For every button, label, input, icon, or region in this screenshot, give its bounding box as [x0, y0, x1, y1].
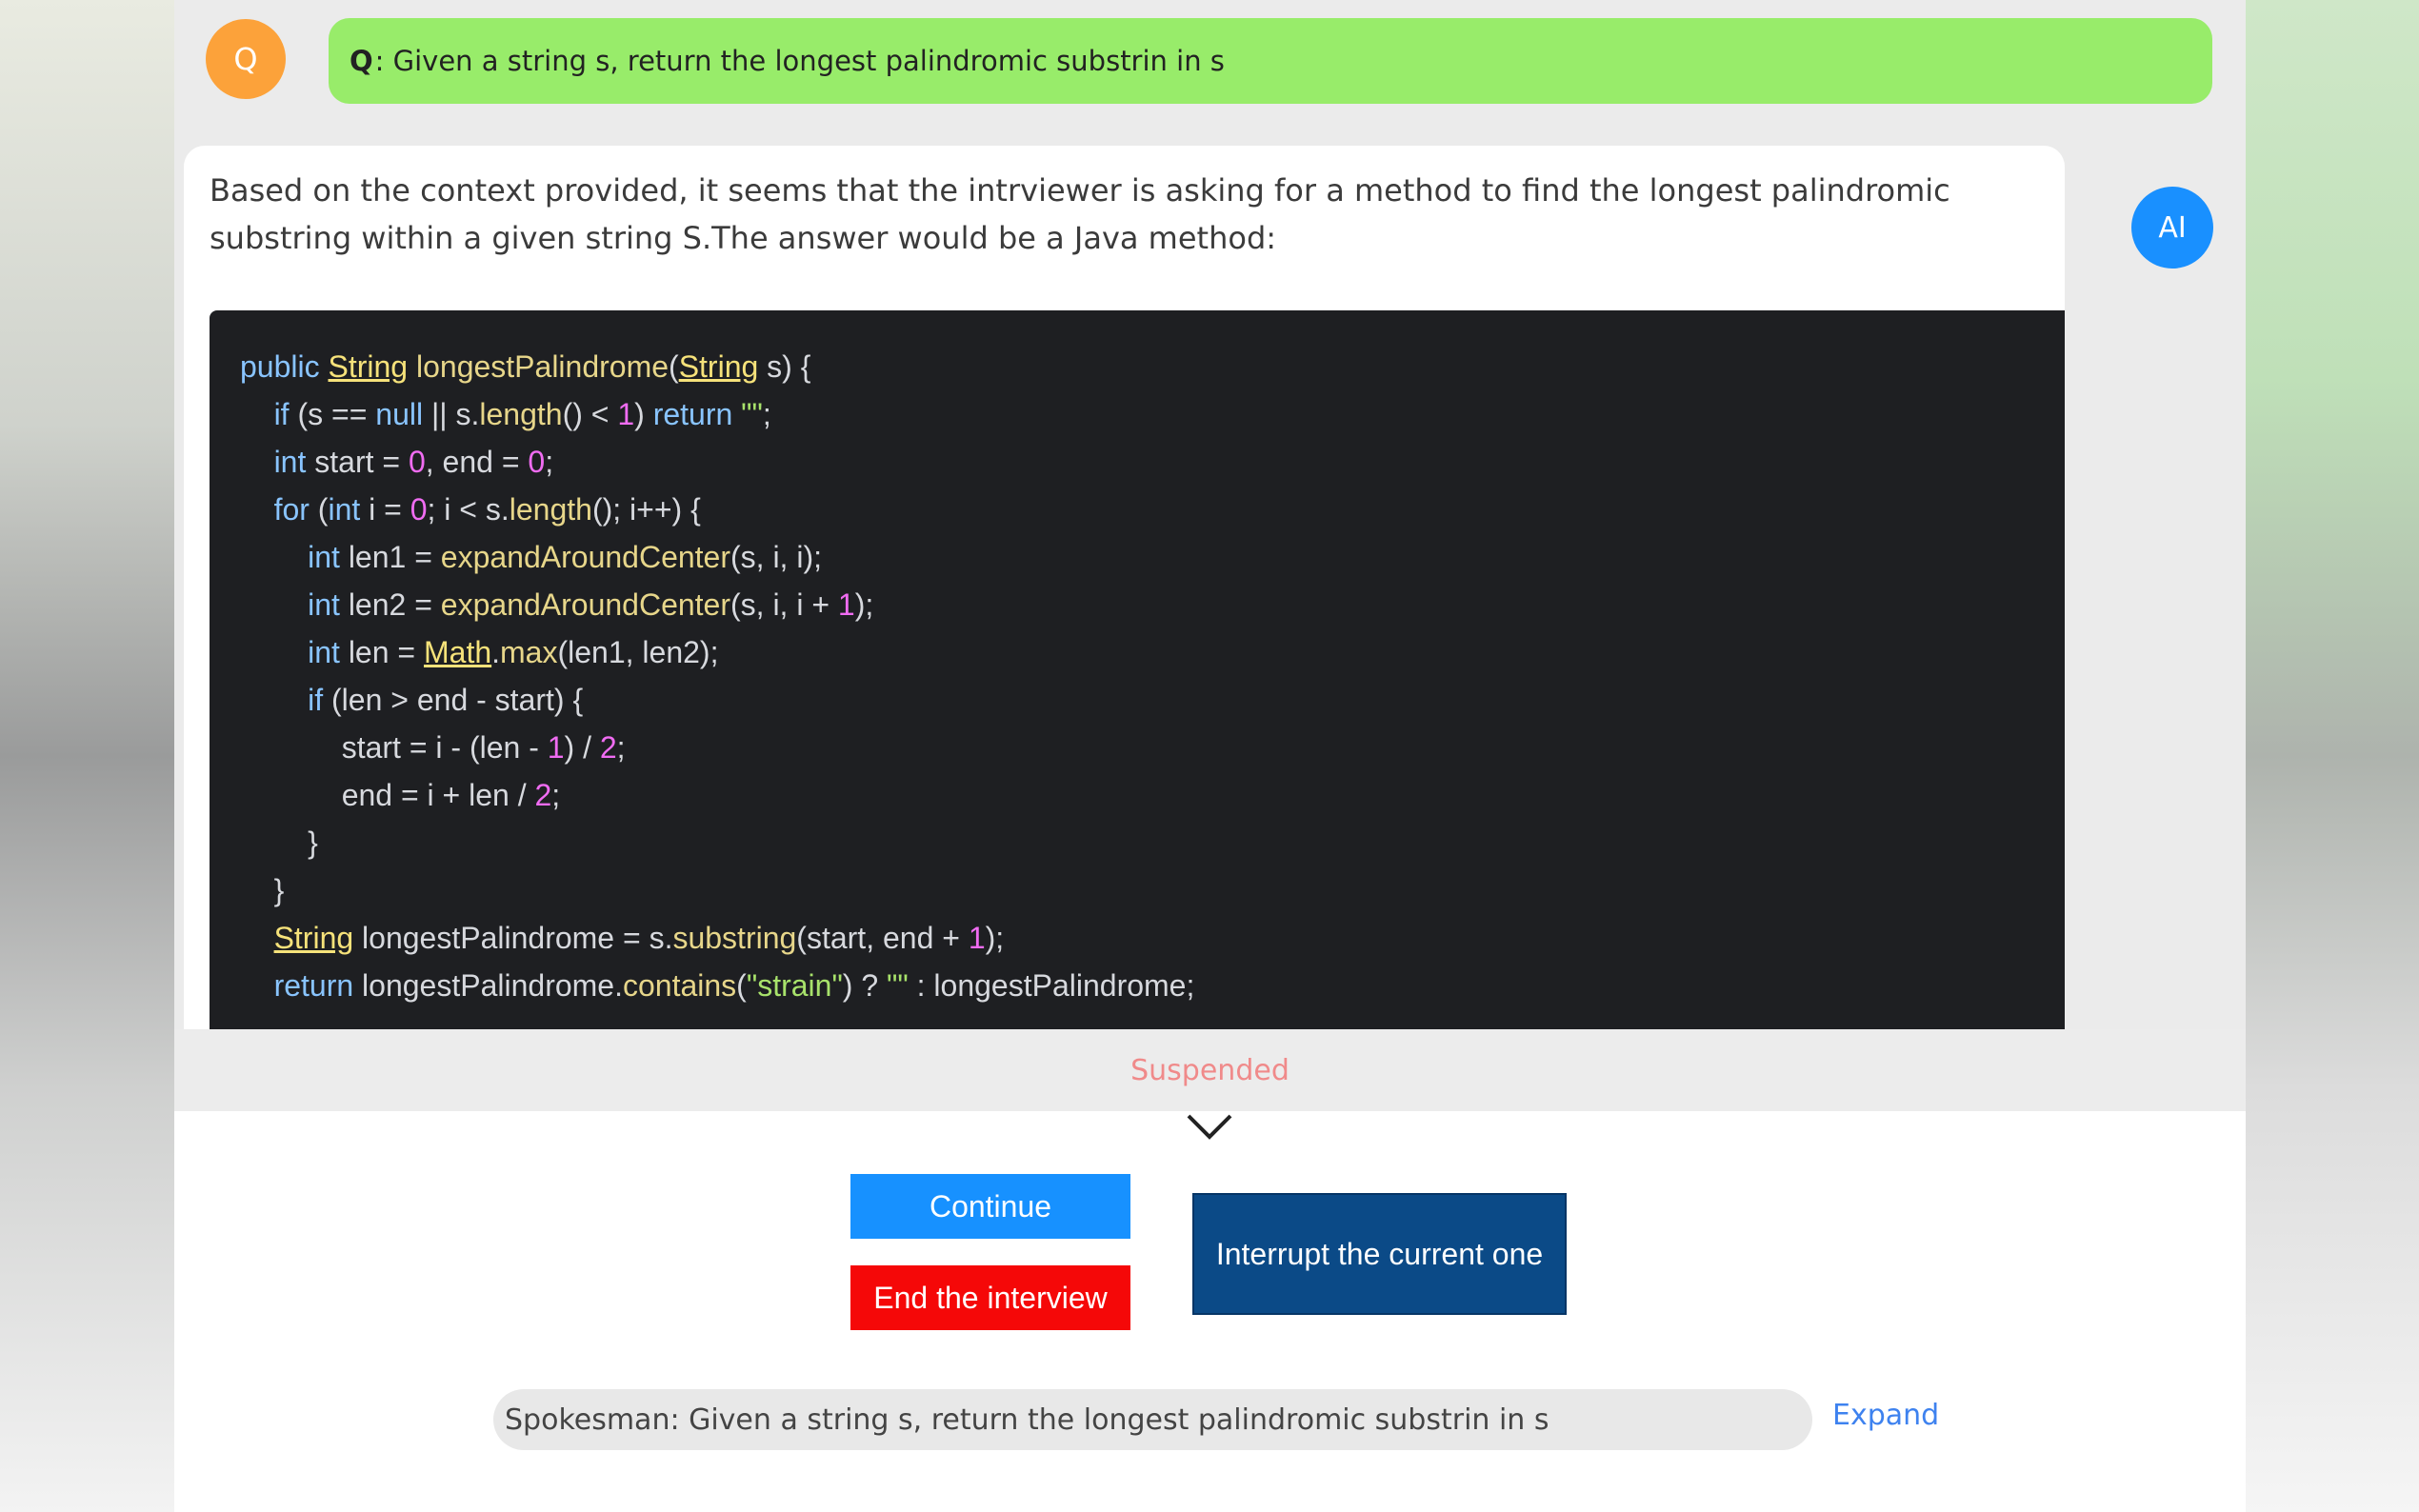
ai-avatar-label: AI: [2158, 210, 2187, 245]
status-text: Suspended: [1130, 1053, 1289, 1087]
code-block: public String longestPalindrome(String s…: [210, 310, 2065, 1031]
code-line: if (s == null || s.length() < 1) return …: [273, 397, 771, 431]
question-prefix: Q: [350, 45, 373, 77]
ai-answer-intro: Based on the context provided, it seems …: [210, 172, 1950, 256]
background-left: [0, 0, 174, 1512]
code-line: start = i - (len - 1) / 2;: [240, 730, 626, 765]
interrupt-button[interactable]: Interrupt the current one: [1192, 1193, 1567, 1315]
speaker-transcript: Spokesman: Given a string s, return the …: [493, 1389, 1812, 1450]
question-avatar-label: Q: [233, 41, 258, 77]
code-line: int len1 = expandAroundCenter(s, i, i);: [308, 540, 822, 574]
speaker-text: Spokesman: Given a string s, return the …: [505, 1403, 1549, 1437]
background-right: [2245, 0, 2419, 1512]
code-line: end = i + len / 2;: [240, 778, 561, 812]
code-line: int len2 = expandAroundCenter(s, i, i + …: [308, 587, 874, 622]
question-avatar: Q: [206, 19, 286, 99]
question-text: : Given a string s, return the longest p…: [374, 45, 1225, 77]
code-line: int len = Math.max(len1, len2);: [308, 635, 719, 669]
code-line: return longestPalindrome.contains("strai…: [273, 968, 1195, 1003]
interview-app: Q Q: Given a string s, return the longes…: [174, 0, 2246, 1512]
expand-link[interactable]: Expand: [1832, 1399, 1939, 1432]
ai-answer-card: Based on the context provided, it seems …: [184, 146, 2065, 1031]
status-bar: Suspended: [174, 1029, 2246, 1111]
continue-button[interactable]: Continue: [850, 1174, 1130, 1239]
code-line: }: [240, 826, 318, 860]
code-line: public String longestPalindrome(String s…: [240, 349, 811, 384]
ai-avatar: AI: [2131, 187, 2213, 269]
code-line: for (int i = 0; i < s.length(); i++) {: [273, 492, 701, 527]
chevron-down-icon[interactable]: [1185, 1110, 1234, 1143]
end-interview-button[interactable]: End the interview: [850, 1265, 1130, 1330]
code-line: String longestPalindrome = s.substring(s…: [273, 921, 1005, 955]
code-line: int start = 0, end = 0;: [273, 445, 554, 479]
question-bubble: Q: Given a string s, return the longest …: [329, 18, 2212, 104]
code-line: }: [240, 873, 285, 907]
code-line: if (len > end - start) {: [308, 683, 584, 717]
